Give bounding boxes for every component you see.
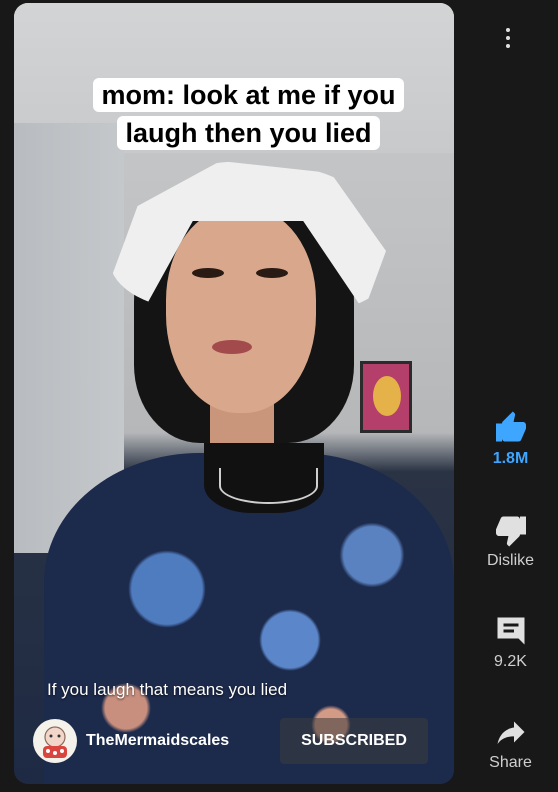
channel-row: TheMermaidscales SUBSCRIBED <box>33 718 443 764</box>
video-title[interactable]: If you laugh that means you lied <box>47 680 287 700</box>
comments-button[interactable]: 9.2K <box>463 613 558 671</box>
share-label: Share <box>489 754 532 771</box>
channel-name[interactable]: TheMermaidscales <box>86 732 229 750</box>
subscribe-button[interactable]: SUBSCRIBED <box>280 718 428 764</box>
dislike-button[interactable]: Dislike <box>463 512 558 570</box>
avatar-illustration-icon <box>43 726 67 758</box>
thumbs-down-icon <box>495 516 526 547</box>
more-options-icon[interactable] <box>498 27 518 49</box>
video-scene-necklace <box>219 468 318 504</box>
share-button[interactable]: Share <box>463 714 558 772</box>
video-text-overlay: mom: look at me if you laugh then you li… <box>76 76 421 152</box>
overlay-line-1: mom: look at me if you <box>93 78 404 112</box>
video-scene-eye-right <box>256 268 288 278</box>
comment-icon <box>497 617 524 645</box>
thumbs-up-icon <box>495 411 526 442</box>
overlay-line-2: laugh then you lied <box>117 116 380 150</box>
dislike-label: Dislike <box>486 552 535 569</box>
video-scene-face <box>166 208 316 413</box>
video-scene-eye-left <box>192 268 224 278</box>
wall-poster <box>360 361 412 433</box>
share-icon <box>497 721 524 744</box>
like-button[interactable]: 1.8M <box>463 410 558 468</box>
channel-avatar[interactable] <box>33 719 77 763</box>
comment-count: 9.2K <box>494 653 527 670</box>
like-count: 1.8M <box>492 450 529 467</box>
action-rail: 1.8M Dislike 9.2K Share <box>463 0 558 792</box>
video-player[interactable]: mom: look at me if you laugh then you li… <box>14 3 454 784</box>
video-scene-lips <box>212 340 252 354</box>
